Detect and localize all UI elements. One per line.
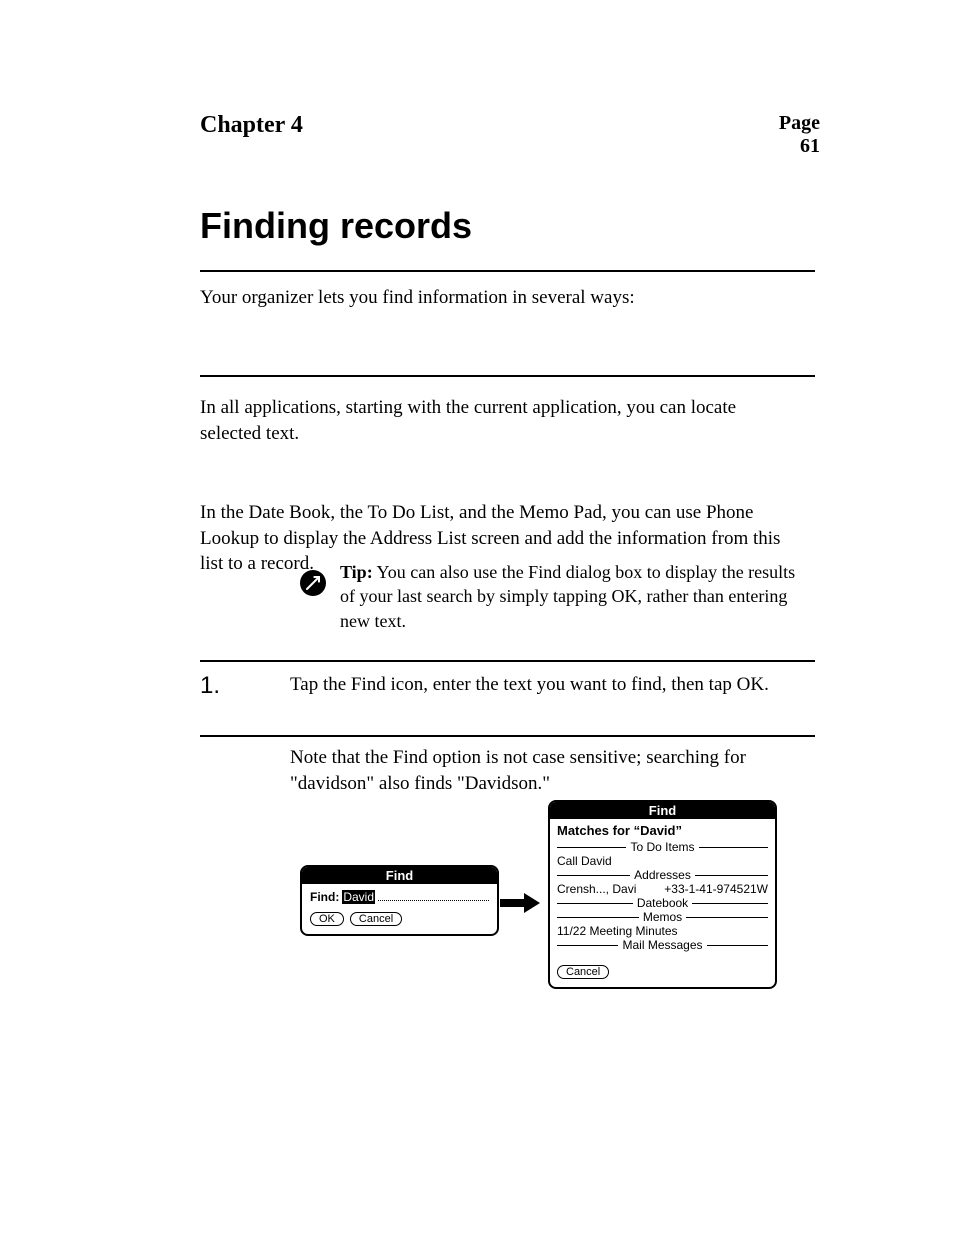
find-input-value[interactable]: David [342,890,375,904]
result-todo-item[interactable]: Call David [557,854,768,868]
tip-icon [300,570,326,596]
arrow-icon [500,893,540,913]
results-cancel-button[interactable]: Cancel [557,965,609,979]
section-header-memos: Memos [557,910,768,924]
section-header-datebook: Datebook [557,896,768,910]
section-header-todo: To Do Items [557,840,768,854]
find-dialog-title: Find [302,867,497,884]
step-number: 1. [200,672,220,700]
divider [200,270,815,272]
divider [200,660,815,662]
page-number: Page 61 [760,112,820,158]
section-header-addresses: Addresses [557,868,768,882]
find-input-line[interactable] [378,890,489,901]
chapter-heading: Chapter 4 [200,112,800,139]
result-memo-item[interactable]: 11/22 Meeting Minutes [557,924,768,938]
cancel-button[interactable]: Cancel [350,912,402,926]
find-results-dialog: Find Matches for “David” To Do Items Cal… [548,800,777,989]
find-label: Find: [310,890,339,904]
paragraph-intro: Your organizer lets you find information… [200,285,800,311]
ok-button[interactable]: OK [310,912,344,926]
matches-header: Matches for “David” [557,823,768,838]
result-address-name: Crensh..., Davi [557,882,636,896]
section-header-mail: Mail Messages [557,938,768,952]
tip-text: Tip: You can also use the Find dialog bo… [340,560,800,633]
result-address-item[interactable]: Crensh..., Davi +33-1-41-974521W [557,882,768,896]
step-1-text: Tap the Find icon, enter the text you wa… [290,672,800,698]
tip-body: You can also use the Find dialog box to … [340,562,795,631]
step-1-note: Note that the Find option is not case se… [290,745,800,796]
find-dialog: Find Find: David OK Cancel [300,865,499,936]
find-input-row[interactable]: Find: David [310,890,489,904]
section-title: Finding records [200,205,800,247]
result-address-phone: +33-1-41-974521W [664,882,768,896]
results-title: Find [550,802,775,819]
paragraph-apps: In all applications, starting with the c… [200,395,800,446]
tip-label: Tip: [340,562,373,582]
divider [200,735,815,737]
divider [200,375,815,377]
